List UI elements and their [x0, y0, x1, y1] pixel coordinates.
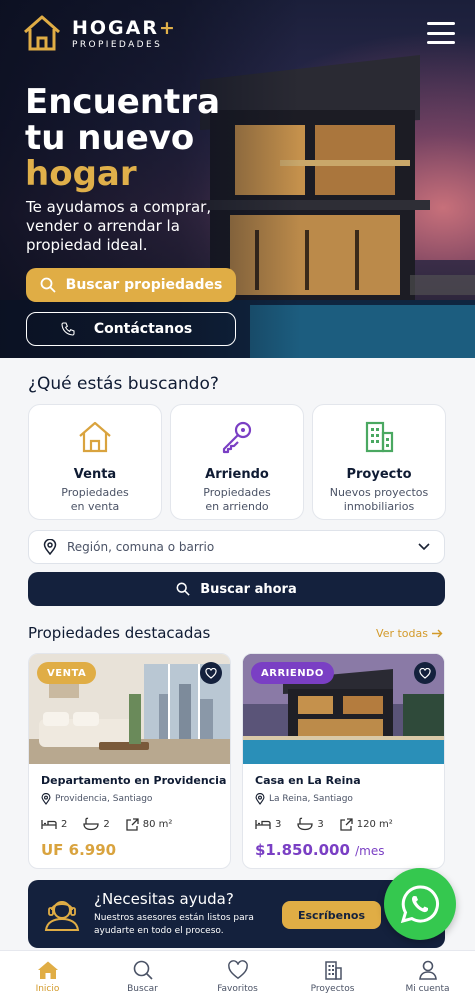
beds-spec: 3 [255, 818, 281, 830]
nav-item-proyectos[interactable]: Proyectos [285, 951, 380, 1001]
property-specs: 2 2 80 m² [41, 817, 230, 831]
user-icon [418, 960, 437, 980]
building-icon [324, 961, 342, 980]
location-pin-icon [41, 793, 51, 805]
search-properties-button[interactable]: Buscar propiedades [26, 268, 236, 302]
whatsapp-button[interactable] [384, 868, 456, 940]
category-card-arriendo[interactable]: Arriendo Propiedades en arriendo [170, 404, 304, 520]
building-icon [365, 421, 394, 453]
category-desc: Propiedades en arriendo [203, 486, 271, 513]
brand-logo[interactable]: HOGAR+ PROPIEDADES [22, 14, 177, 52]
heart-icon [227, 960, 248, 980]
category-title: Venta [73, 467, 117, 482]
see-all-link[interactable]: Ver todas [376, 627, 443, 640]
search-now-label: Buscar ahora [200, 581, 297, 597]
property-card[interactable]: ARRIENDO Casa en La Reina La Reina, Sant… [242, 653, 445, 869]
location-pin-icon [43, 539, 57, 555]
search-section-title: ¿Qué estás buscando? [28, 374, 219, 394]
search-icon [176, 582, 190, 596]
category-desc: Propiedades en venta [61, 486, 129, 513]
category-card-venta[interactable]: Venta Propiedades en venta [28, 404, 162, 520]
nav-item-buscar[interactable]: Buscar [95, 951, 190, 1001]
featured-title: Propiedades destacadas [28, 624, 211, 642]
property-card[interactable]: VENTA Departamento en Providencia Provid… [28, 653, 231, 869]
hamburger-menu-icon[interactable] [427, 20, 455, 46]
write-us-button[interactable]: Escríbenos [282, 901, 381, 929]
search-now-button[interactable]: Buscar ahora [28, 572, 445, 606]
baths-spec: 3 [297, 817, 324, 831]
contact-button[interactable]: Contáctanos [26, 312, 236, 346]
key-icon [222, 421, 252, 454]
category-card-proyecto[interactable]: Proyecto Nuevos proyectos inmobiliarios [312, 404, 446, 520]
help-banner: ¿Necesitas ayuda? Nuestros asesores está… [28, 880, 445, 948]
nav-item-favoritos[interactable]: Favoritos [190, 951, 285, 1001]
house-logo-icon [24, 15, 60, 51]
search-icon [40, 277, 56, 293]
nav-item-inicio[interactable]: Inicio [0, 951, 95, 1001]
status-badge: VENTA [37, 662, 97, 684]
property-image: VENTA [29, 654, 230, 764]
nav-item-mi-cuenta[interactable]: Mi cuenta [380, 951, 475, 1001]
property-specs: 3 3 120 m² [255, 817, 444, 831]
area-spec: 120 m² [340, 817, 393, 831]
region-select[interactable]: Región, comuna o barrio [28, 530, 445, 564]
house-icon [79, 421, 111, 453]
area-spec: 80 m² [126, 817, 172, 831]
favorite-button[interactable] [200, 662, 222, 684]
category-title: Arriendo [205, 467, 269, 482]
hero-subtitle: Te ayudamos a comprar, vender o arrendar… [26, 198, 212, 254]
bath-icon [83, 817, 100, 831]
category-title: Proyecto [346, 467, 412, 482]
whatsapp-icon [400, 885, 439, 924]
property-name: Departamento en Providencia [41, 774, 227, 787]
arrow-right-icon [432, 629, 443, 638]
property-price: UF 6.990 [41, 841, 117, 859]
bath-icon [297, 817, 314, 831]
brand-tagline: PROPIEDADES [72, 39, 163, 50]
contact-label: Contáctanos [93, 321, 193, 337]
status-badge: ARRIENDO [251, 662, 334, 684]
bed-icon [41, 820, 57, 829]
help-desc: Nuestros asesores están listos para ayud… [94, 913, 254, 936]
property-image: ARRIENDO [243, 654, 444, 764]
area-icon [126, 817, 139, 831]
property-location: La Reina, Santiago [255, 793, 444, 805]
bottom-nav: Inicio Buscar Favoritos Proyectos Mi cue… [0, 950, 475, 1001]
chevron-down-icon [418, 543, 430, 551]
property-name: Casa en La Reina [255, 774, 361, 787]
beds-spec: 2 [41, 818, 67, 830]
hero-title: Encuentra tu nuevo hogar [25, 82, 221, 194]
category-desc: Nuevos proyectos inmobiliarios [329, 486, 429, 513]
property-location: Providencia, Santiago [41, 793, 230, 805]
search-icon [133, 960, 153, 980]
search-properties-label: Buscar propiedades [65, 277, 223, 293]
support-agent-icon [44, 901, 80, 931]
phone-icon [61, 322, 75, 336]
home-icon [37, 961, 58, 979]
bed-icon [255, 820, 271, 829]
help-title: ¿Necesitas ayuda? [94, 890, 234, 908]
heart-icon [205, 667, 217, 679]
baths-spec: 2 [83, 817, 110, 831]
region-placeholder: Región, comuna o barrio [67, 540, 215, 554]
see-all-label: Ver todas [376, 627, 428, 640]
favorite-button[interactable] [414, 662, 436, 684]
heart-icon [419, 667, 431, 679]
property-price: $1.850.000 /mes [255, 841, 385, 859]
location-pin-icon [255, 793, 265, 805]
brand-name: HOGAR+ [72, 16, 177, 39]
area-icon [340, 817, 353, 831]
